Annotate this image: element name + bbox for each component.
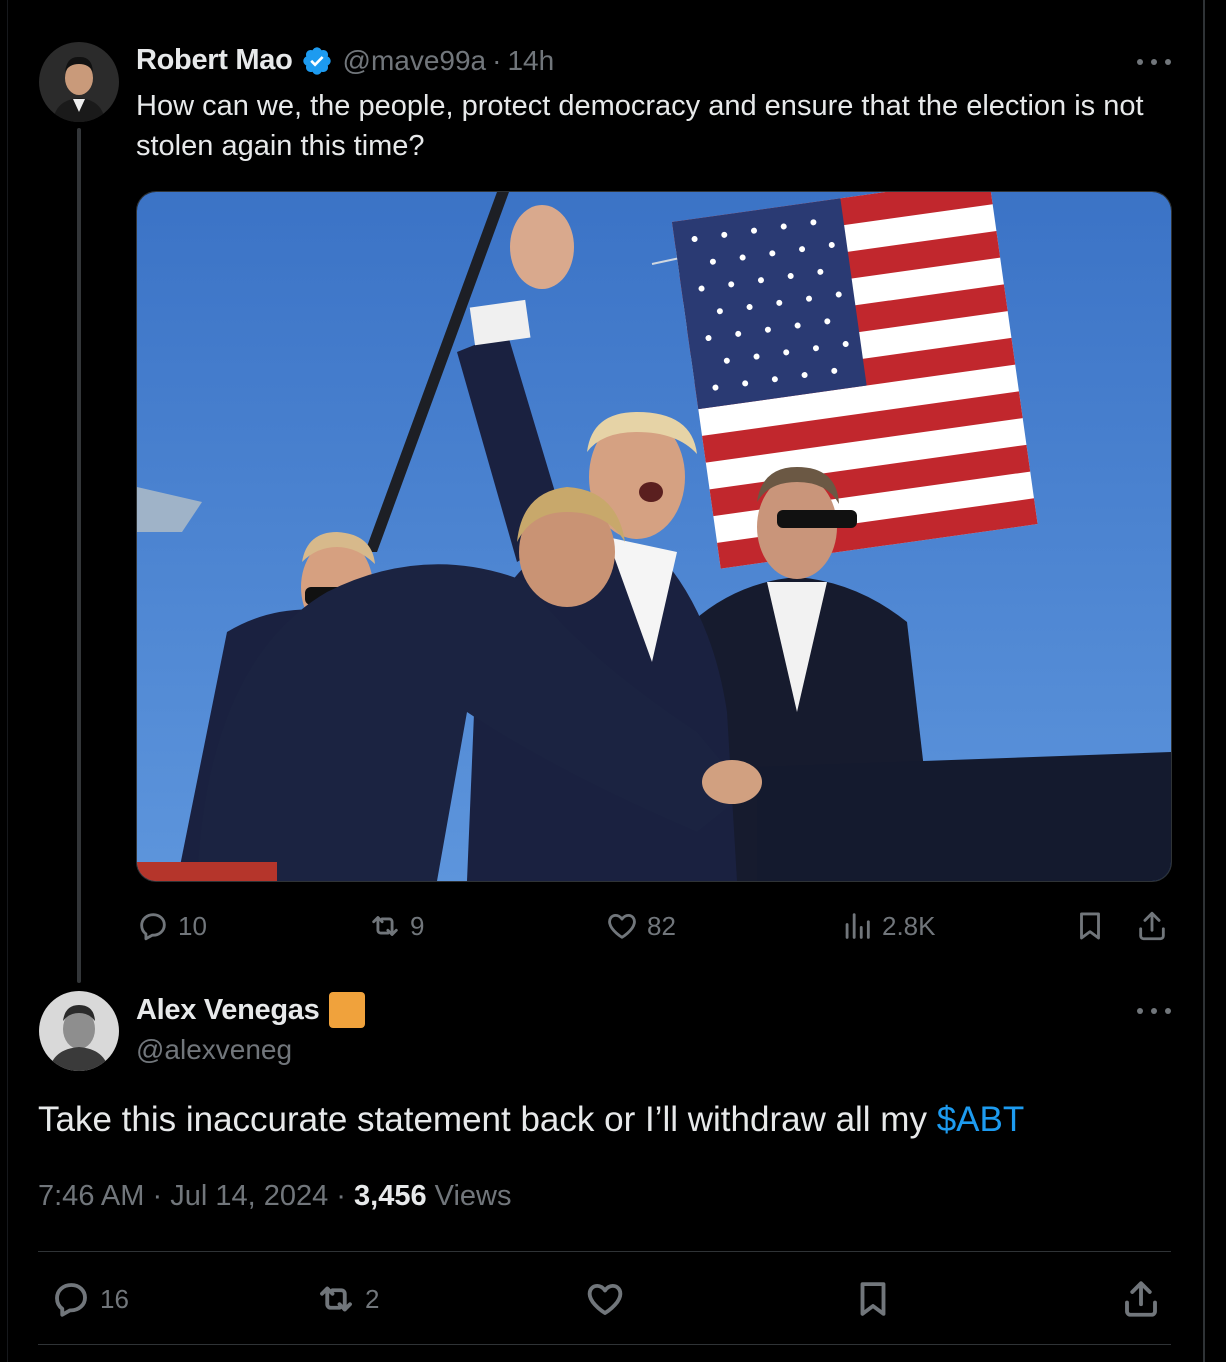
reply-meta: 7:46 AM · Jul 14, 2024 · 3,456 Views <box>38 1180 512 1213</box>
reply-like-button[interactable] <box>584 1278 634 1320</box>
reply-count: 10 <box>178 910 207 941</box>
reply-reply-button[interactable]: 16 <box>50 1278 129 1320</box>
meta-separator-2: · <box>336 1180 346 1212</box>
share-icon <box>1139 911 1165 941</box>
reply-button[interactable]: 10 <box>136 909 207 943</box>
reply-repost-button[interactable]: 2 <box>315 1278 379 1320</box>
like-count: 82 <box>647 910 676 941</box>
post-age[interactable]: 14h <box>507 45 554 77</box>
reply-author-name[interactable]: Alex Venegas <box>136 994 320 1027</box>
reply-repost-count: 2 <box>365 1283 380 1314</box>
reply-author-row: Alex Venegas <box>136 992 366 1028</box>
tweet-photo[interactable] <box>136 191 1172 882</box>
cashtag-link[interactable]: $ABT <box>937 1100 1025 1139</box>
reply-text: Take this inaccurate statement back or I… <box>38 1100 1024 1140</box>
author-handle[interactable]: @mave99a <box>343 45 487 77</box>
avatar[interactable] <box>39 42 119 122</box>
meta-separator: · <box>152 1180 163 1212</box>
reply-time[interactable]: 7:46 AM <box>38 1180 144 1212</box>
reply-date[interactable]: Jul 14, 2024 <box>170 1180 328 1212</box>
repost-button[interactable]: 9 <box>368 909 424 943</box>
share-button[interactable] <box>1135 909 1177 943</box>
share-icon <box>1125 1281 1157 1317</box>
views-chart-icon <box>845 913 870 939</box>
repost-icon <box>372 916 398 936</box>
thread-connector-line <box>77 128 81 983</box>
reply-avatar[interactable] <box>39 991 119 1071</box>
reply-views-count: 3,456 <box>354 1180 427 1212</box>
author-name[interactable]: Robert Mao <box>136 44 293 77</box>
reply-more-options-icon[interactable] <box>1137 1005 1171 1017</box>
reply-icon <box>55 1283 87 1317</box>
repost-count: 9 <box>410 910 425 941</box>
tweet-text: How can we, the people, protect democrac… <box>136 90 1144 162</box>
like-button[interactable]: 82 <box>605 909 676 943</box>
verified-badge-icon[interactable] <box>301 45 333 77</box>
repost-icon <box>320 1286 352 1312</box>
frame-edge-right <box>1203 0 1205 1362</box>
divider-top <box>38 1251 1171 1252</box>
divider-bottom <box>38 1344 1171 1345</box>
heart-icon <box>587 1283 623 1315</box>
separator-dot: · <box>492 44 502 76</box>
reply-bookmark-button[interactable] <box>852 1278 902 1320</box>
affiliate-badge-icon[interactable] <box>329 992 366 1028</box>
bookmark-button[interactable] <box>1073 909 1115 943</box>
views-count: 2.8K <box>882 910 936 941</box>
reply-text-body: Take this inaccurate statement back or I… <box>38 1100 937 1139</box>
reply-icon <box>140 913 166 941</box>
bookmark-icon <box>1080 912 1100 940</box>
bookmark-icon <box>860 1282 886 1316</box>
reply-views-label: Views <box>434 1180 512 1212</box>
parent-author-row: Robert Mao @mave99a · 14h <box>136 44 554 77</box>
frame-edge-left <box>7 0 8 1362</box>
reply-reply-count: 16 <box>100 1283 129 1314</box>
heart-icon <box>608 913 636 939</box>
reply-share-button[interactable] <box>1120 1278 1170 1320</box>
views-button[interactable]: 2.8K <box>840 909 936 943</box>
reply-author-handle[interactable]: @alexveneg <box>136 1034 292 1066</box>
more-options-icon[interactable] <box>1137 56 1171 68</box>
